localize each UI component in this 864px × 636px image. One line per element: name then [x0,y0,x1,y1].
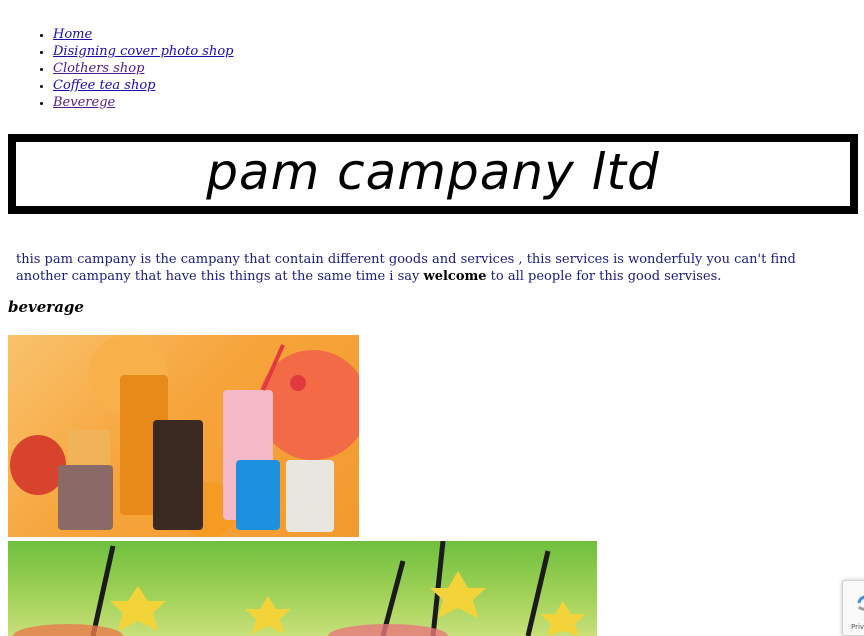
recaptcha-icon [857,595,864,611]
banner-inner: pam campany ltd [16,142,850,206]
nav-link-coffee-tea[interactable]: Coffee tea shop [53,78,156,93]
recaptcha-text: Priva [851,623,864,631]
main-nav: Home Disigning cover photo shop Clothers… [0,26,233,111]
nav-link-beverege[interactable]: Beverege [53,95,115,110]
nav-item-coffee-tea: Coffee tea shop [53,77,233,94]
intro-text-end: to all people for this good servises. [486,269,722,284]
banner: pam campany ltd [8,134,858,214]
intro-welcome: welcome [423,269,487,284]
starfruit-illustration [13,541,586,636]
nav-link-clothers[interactable]: Clothers shop [53,61,144,76]
nav-item-cover-photo: Disigning cover photo shop [53,43,233,60]
recaptcha-badge[interactable]: Priva [842,580,864,636]
nav-item-clothers: Clothers shop [53,60,233,77]
nav-item-beverege: Beverege [53,94,233,111]
nav-item-home: Home [53,26,233,43]
beverage-photo-starfruit [8,541,597,636]
nav-link-cover-photo[interactable]: Disigning cover photo shop [53,44,233,59]
juices-illustration [10,335,359,537]
nav-link-home[interactable]: Home [53,27,92,42]
intro-paragraph: this pam campany is the campany that con… [16,251,836,285]
beverage-photo-juices [8,335,359,537]
banner-title: pam campany ltd [206,143,660,201]
section-heading: beverage [8,298,84,316]
